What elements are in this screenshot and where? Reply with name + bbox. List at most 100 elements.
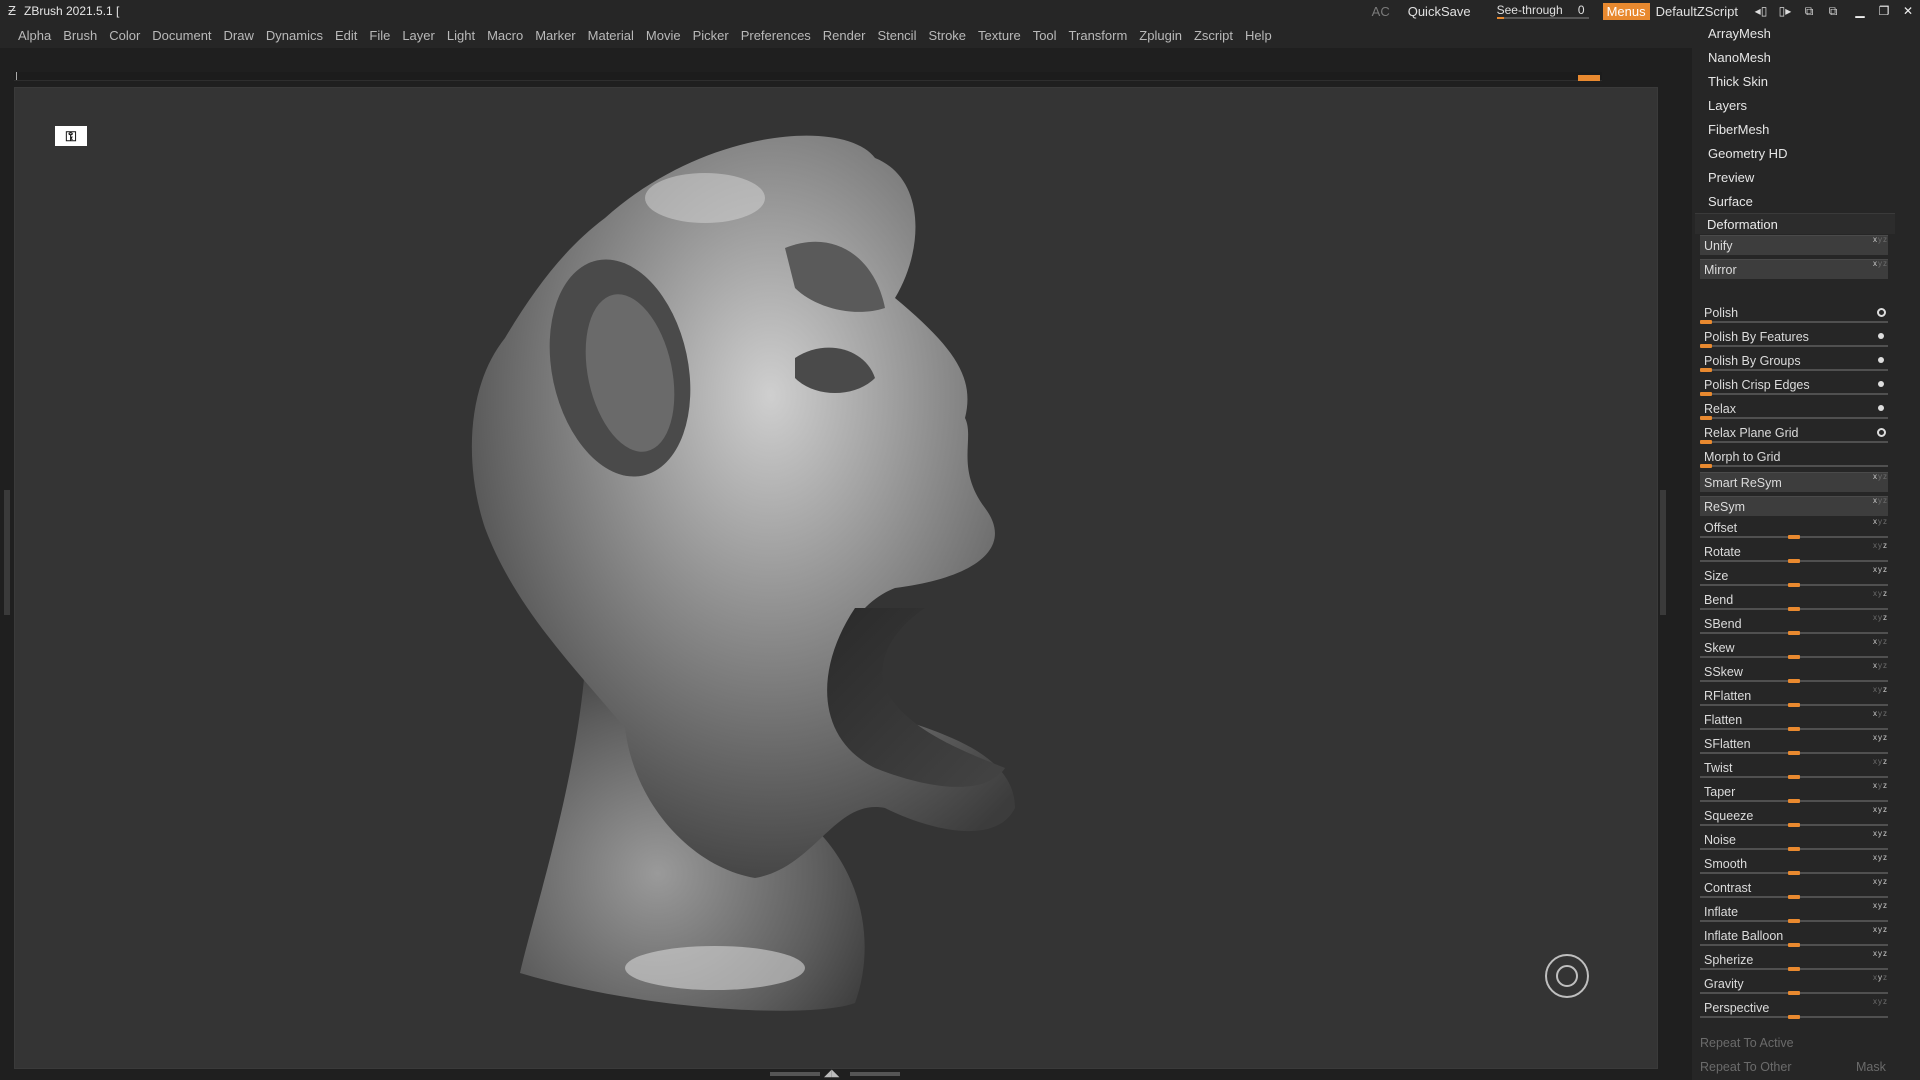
smooth-slider-knob[interactable]: [1788, 871, 1800, 875]
smart-resym-button[interactable]: Smart ReSym xyz: [1700, 472, 1888, 492]
menu-brush[interactable]: Brush: [57, 28, 103, 43]
morph-to-grid-slider[interactable]: Morph to Grid: [1700, 447, 1888, 468]
xyz-axis-toggles[interactable]: xyz: [1873, 949, 1888, 958]
polish-by-groups-slider[interactable]: Polish By Groups: [1700, 351, 1888, 372]
twist-slider[interactable]: Twist xyz: [1700, 757, 1888, 779]
subpalette-thick-skin[interactable]: Thick Skin: [1708, 74, 1768, 89]
gravity-slider-knob[interactable]: [1788, 991, 1800, 995]
menu-alpha[interactable]: Alpha: [0, 28, 57, 43]
menu-stencil[interactable]: Stencil: [871, 28, 922, 43]
menu-help[interactable]: Help: [1239, 28, 1278, 43]
left-panel-icon[interactable]: ◂▯: [1752, 4, 1770, 18]
polish-by-features-slider[interactable]: Polish By Features: [1700, 327, 1888, 348]
xyz-axis-toggles[interactable]: xyz: [1873, 853, 1888, 862]
xyz-axis-toggles[interactable]: xyz: [1873, 973, 1888, 982]
xyz-axis-toggles[interactable]: xyz: [1873, 637, 1888, 646]
xyz-axis-toggles[interactable]: xyz: [1873, 496, 1888, 505]
subpalette-surface[interactable]: Surface: [1708, 194, 1753, 209]
canvas-viewport[interactable]: ⚿: [14, 87, 1658, 1069]
squeeze-slider-knob[interactable]: [1788, 823, 1800, 827]
menu-zscript[interactable]: Zscript: [1188, 28, 1239, 43]
polish-by-features-slider-knob[interactable]: [1700, 344, 1712, 348]
size-slider[interactable]: Size xyz: [1700, 565, 1888, 587]
menu-dynamics[interactable]: Dynamics: [260, 28, 329, 43]
spherize-slider-knob[interactable]: [1788, 967, 1800, 971]
menu-zplugin[interactable]: Zplugin: [1133, 28, 1188, 43]
menu-preferences[interactable]: Preferences: [735, 28, 817, 43]
taper-slider[interactable]: Taper xyz: [1700, 781, 1888, 803]
xyz-axis-toggles[interactable]: xyz: [1873, 589, 1888, 598]
timeline-strip[interactable]: [14, 72, 1602, 81]
gravity-slider[interactable]: Gravity xyz: [1700, 973, 1888, 995]
paste-icon[interactable]: ⧉: [1824, 4, 1842, 19]
xyz-axis-toggles[interactable]: xyz: [1873, 997, 1888, 1006]
sskew-slider-knob[interactable]: [1788, 679, 1800, 683]
polish-by-groups-slider-knob[interactable]: [1700, 368, 1712, 372]
ac-toggle[interactable]: AC: [1372, 4, 1390, 19]
right-panel-icon[interactable]: ▯▸: [1776, 4, 1794, 18]
menu-document[interactable]: Document: [146, 28, 217, 43]
relax-plane-grid-slider[interactable]: Relax Plane Grid: [1700, 423, 1888, 444]
deformation-header[interactable]: Deformation: [1695, 213, 1895, 234]
sskew-slider[interactable]: SSkew xyz: [1700, 661, 1888, 683]
resym-button[interactable]: ReSym xyz: [1700, 496, 1888, 516]
restore-icon[interactable]: ❐: [1872, 4, 1896, 18]
subpalette-arraymesh[interactable]: ArrayMesh: [1708, 26, 1771, 41]
menu-transform[interactable]: Transform: [1063, 28, 1134, 43]
menu-render[interactable]: Render: [817, 28, 872, 43]
polish-slider[interactable]: Polish: [1700, 303, 1888, 324]
rflatten-slider[interactable]: RFlatten xyz: [1700, 685, 1888, 707]
perspective-lock-icon[interactable]: ⚿: [55, 126, 87, 146]
noise-slider[interactable]: Noise xyz: [1700, 829, 1888, 851]
contrast-slider[interactable]: Contrast xyz: [1700, 877, 1888, 899]
xyz-axis-toggles[interactable]: xyz: [1873, 805, 1888, 814]
menu-layer[interactable]: Layer: [396, 28, 441, 43]
sbend-slider[interactable]: SBend xyz: [1700, 613, 1888, 635]
relax-plane-grid-slider-knob[interactable]: [1700, 440, 1712, 444]
flatten-slider[interactable]: Flatten xyz: [1700, 709, 1888, 731]
polish-slider-radio-icon[interactable]: [1877, 308, 1886, 317]
relax-slider-knob[interactable]: [1700, 416, 1712, 420]
menu-marker[interactable]: Marker: [529, 28, 581, 43]
menu-stroke[interactable]: Stroke: [922, 28, 972, 43]
polish-crisp-edges-slider[interactable]: Polish Crisp Edges: [1700, 375, 1888, 396]
rotate-slider-knob[interactable]: [1788, 559, 1800, 563]
bend-slider-knob[interactable]: [1788, 607, 1800, 611]
mask-button[interactable]: Mask: [1856, 1060, 1886, 1074]
right-tray-handle[interactable]: [1660, 490, 1666, 615]
sflatten-slider[interactable]: SFlatten xyz: [1700, 733, 1888, 755]
xyz-axis-toggles[interactable]: xyz: [1873, 709, 1888, 718]
inflate-slider-knob[interactable]: [1788, 919, 1800, 923]
bottom-tray-handle[interactable]: ◢◣: [770, 1068, 900, 1079]
inflate-balloon-slider[interactable]: Inflate Balloon xyz: [1700, 925, 1888, 947]
xyz-axis-toggles[interactable]: xyz: [1873, 541, 1888, 550]
menu-picker[interactable]: Picker: [687, 28, 735, 43]
squeeze-slider[interactable]: Squeeze xyz: [1700, 805, 1888, 827]
quicksave-button[interactable]: QuickSave: [1408, 4, 1471, 19]
twist-slider-knob[interactable]: [1788, 775, 1800, 779]
left-tray-handle[interactable]: [4, 490, 10, 615]
subpalette-fibermesh[interactable]: FiberMesh: [1708, 122, 1769, 137]
polish-by-features-slider-radio-icon[interactable]: [1878, 333, 1884, 339]
offset-slider-knob[interactable]: [1788, 535, 1800, 539]
taper-slider-knob[interactable]: [1788, 799, 1800, 803]
close-icon[interactable]: ✕: [1896, 4, 1920, 18]
minimize-icon[interactable]: ▁: [1848, 4, 1872, 18]
menu-edit[interactable]: Edit: [329, 28, 363, 43]
menu-movie[interactable]: Movie: [640, 28, 687, 43]
navigation-gizmo-icon[interactable]: [1545, 954, 1589, 998]
xyz-axis-toggles[interactable]: xyz: [1873, 781, 1888, 790]
xyz-axis-toggles[interactable]: xyz: [1873, 733, 1888, 742]
polish-crisp-edges-slider-radio-icon[interactable]: [1878, 381, 1884, 387]
see-through-slider[interactable]: See-through 0: [1496, 2, 1589, 20]
perspective-slider[interactable]: Perspective xyz: [1700, 997, 1888, 1019]
size-slider-knob[interactable]: [1788, 583, 1800, 587]
polish-crisp-edges-slider-knob[interactable]: [1700, 392, 1712, 396]
menu-texture[interactable]: Texture: [972, 28, 1027, 43]
sbend-slider-knob[interactable]: [1788, 631, 1800, 635]
relax-slider[interactable]: Relax: [1700, 399, 1888, 420]
xyz-axis-toggles[interactable]: xyz: [1873, 565, 1888, 574]
menu-color[interactable]: Color: [103, 28, 146, 43]
menu-macro[interactable]: Macro: [481, 28, 529, 43]
xyz-axis-toggles[interactable]: xyz: [1873, 925, 1888, 934]
